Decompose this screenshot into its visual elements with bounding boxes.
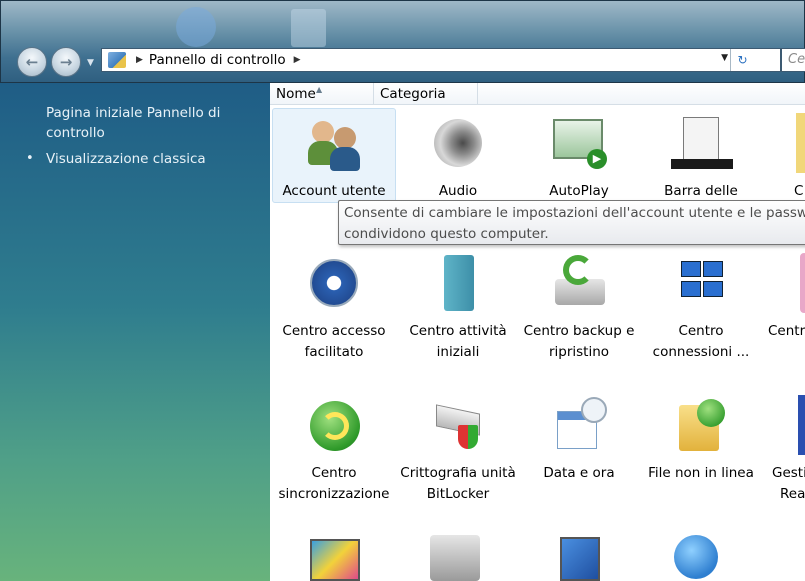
- back-arrow-icon: ←: [25, 53, 39, 71]
- item-autoplay[interactable]: ▶ AutoPlay: [519, 113, 639, 202]
- color-management-icon[interactable]: [310, 539, 360, 581]
- sort-ascending-icon: ▲: [316, 85, 323, 94]
- device-icon[interactable]: [430, 535, 480, 581]
- task-pane: Pagina iniziale Pannello di controllo • …: [0, 83, 270, 581]
- forward-button[interactable]: →: [51, 47, 81, 77]
- column-category[interactable]: Categoria: [374, 83, 478, 105]
- item-audio[interactable]: Audio: [398, 113, 518, 202]
- autoplay-icon: ▶: [549, 113, 609, 173]
- item-label-line2: iniziali: [436, 344, 480, 360]
- item-partial[interactable]: Centr: [762, 253, 805, 342]
- item-label-line2: Rea: [780, 486, 805, 502]
- control-panel-icon: [108, 52, 126, 68]
- user-accounts-icon: [304, 113, 364, 173]
- window-titlebar: ← → ▼ ▶ Pannello di controllo ▶ ▼ ↻ Ce: [0, 0, 805, 83]
- item-label: Centro accesso: [282, 323, 386, 339]
- refresh-button[interactable]: ↻: [730, 49, 754, 71]
- item-label-line2: sincronizzazione: [278, 486, 390, 502]
- item-label: Gesti: [772, 465, 805, 481]
- taskbar-icon: [671, 113, 733, 173]
- item-label: Centro: [311, 465, 357, 481]
- item-label: AutoPlay: [549, 183, 609, 199]
- address-dropdown-icon[interactable]: ▼: [721, 53, 728, 63]
- column-name-label: Nome: [276, 86, 316, 102]
- item-label: C: [794, 183, 804, 199]
- item-tooltip: Consente di cambiare le impostazioni del…: [338, 200, 805, 245]
- calendar-clock-icon: [549, 395, 609, 455]
- item-label-line2: ripristino: [548, 344, 610, 360]
- breadcrumb-chevron-icon[interactable]: ▶: [294, 55, 301, 65]
- breadcrumb-control-panel[interactable]: Pannello di controllo: [149, 52, 286, 68]
- offline-files-icon: [671, 395, 731, 455]
- items-view: ▲ Nome Categoria Account utente Audio ▶ …: [270, 83, 805, 581]
- item-partial[interactable]: Gesti Rea: [762, 395, 805, 505]
- item-label: Centro: [678, 323, 724, 339]
- item-file-offline[interactable]: File non in linea: [641, 395, 761, 484]
- backup-icon: [549, 253, 609, 313]
- item-account-utente[interactable]: Account utente: [272, 108, 396, 203]
- welcome-center-icon: [428, 253, 488, 313]
- back-button[interactable]: ←: [17, 47, 47, 77]
- background-glass-decoration: [291, 9, 326, 47]
- column-header: ▲ Nome Categoria: [270, 83, 805, 105]
- item-label: File non in linea: [648, 465, 754, 481]
- item-centro-sincronizzazione[interactable]: Centro sincronizzazione: [274, 395, 394, 505]
- item-label-line2: facilitato: [304, 344, 364, 360]
- forward-arrow-icon: →: [59, 53, 73, 71]
- network-icon: [671, 253, 731, 313]
- item-label-line2: connessioni ...: [652, 344, 750, 360]
- item-label-line2: BitLocker: [426, 486, 490, 502]
- item-label: Barra delle: [664, 183, 738, 199]
- item-taskbar[interactable]: Barra delle: [641, 113, 761, 202]
- classic-view-link[interactable]: Visualizzazione classica: [46, 149, 206, 169]
- item-label: Centr: [768, 323, 805, 339]
- item-label: Audio: [438, 183, 478, 199]
- internet-options-icon[interactable]: [674, 535, 718, 579]
- ease-of-access-icon: [304, 253, 364, 313]
- refresh-icon: ↻: [737, 53, 748, 67]
- control-panel-home-link[interactable]: Pagina iniziale Pannello di controllo: [46, 103, 246, 143]
- item-label: Data e ora: [543, 465, 615, 481]
- tooltip-line2: condividono questo computer.: [344, 226, 549, 242]
- bullet-icon: •: [26, 151, 34, 166]
- item-centro-attivita[interactable]: Centro attività iniziali: [398, 253, 518, 363]
- background-glass-decoration: [176, 7, 216, 47]
- breadcrumb-chevron-icon[interactable]: ▶: [136, 55, 143, 65]
- item-label: Centro backup e: [523, 323, 635, 339]
- item-partial[interactable]: C: [762, 113, 805, 202]
- tooltip-line1: Consente di cambiare le impostazioni del…: [344, 205, 805, 221]
- item-data-ora[interactable]: Data e ora: [519, 395, 639, 484]
- item-label: Centro attività: [409, 323, 507, 339]
- item-centro-backup[interactable]: Centro backup e ripristino: [519, 253, 639, 363]
- folder-icon: [796, 113, 805, 173]
- recent-pages-dropdown-icon[interactable]: ▼: [87, 58, 97, 68]
- column-name[interactable]: ▲ Nome: [270, 83, 374, 105]
- partial-icon: [800, 253, 805, 313]
- item-bitlocker[interactable]: Crittografia unità BitLocker: [398, 395, 518, 505]
- sync-icon: [304, 395, 364, 455]
- search-input[interactable]: Ce: [781, 48, 805, 72]
- display-icon[interactable]: [560, 537, 600, 581]
- item-label: Account utente: [282, 183, 386, 199]
- partial-icon: [798, 395, 805, 455]
- bitlocker-icon: [428, 395, 488, 455]
- item-centro-accesso[interactable]: Centro accesso facilitato: [274, 253, 394, 363]
- item-label: Crittografia unità: [400, 465, 516, 481]
- address-bar[interactable]: ▶ Pannello di controllo ▶ ▼ ↻: [101, 48, 781, 72]
- speaker-icon: [428, 113, 488, 173]
- item-centro-connessioni[interactable]: Centro connessioni ...: [641, 253, 761, 363]
